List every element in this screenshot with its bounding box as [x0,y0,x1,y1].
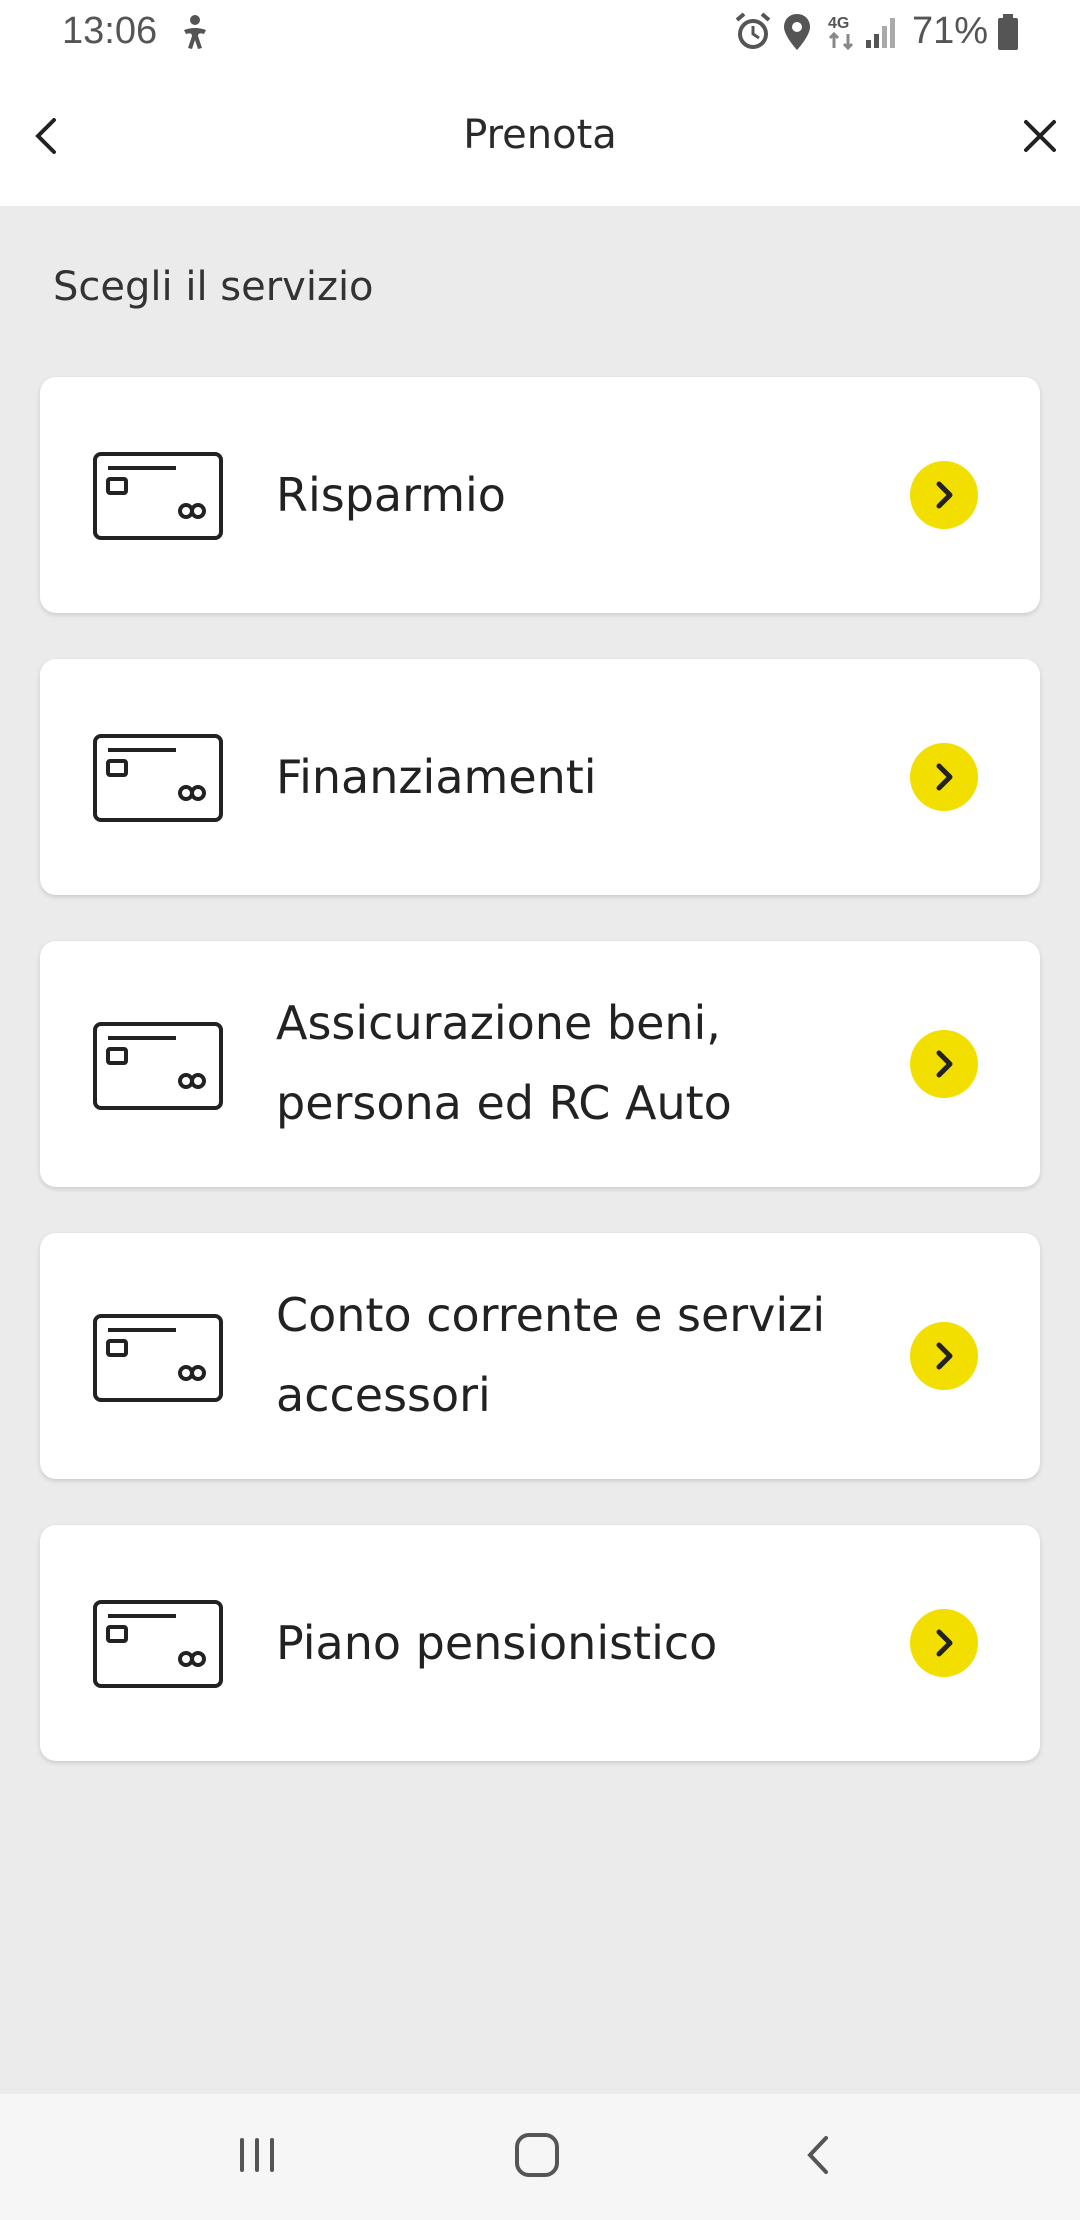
arrow-button[interactable] [910,743,978,811]
service-card-assicurazione[interactable]: Assicurazione beni, persona ed RC Auto [40,941,1040,1187]
chevron-right-icon [936,1050,953,1078]
close-icon [1024,120,1056,152]
card-icon [93,734,223,822]
chevron-right-icon [936,1629,953,1657]
service-label-line1: Risparmio [276,468,506,522]
battery-percentage: 71% [912,10,989,52]
section-title: Scegli il servizio [53,264,374,310]
service-label-line1: Finanziamenti [276,750,597,804]
service-label: Risparmio [276,455,896,535]
app-header: Prenota [0,66,1080,206]
card-icon [93,1022,223,1110]
service-label: Assicurazione beni, persona ed RC Auto [276,983,896,1143]
close-button[interactable] [1012,108,1068,164]
svg-text:4G: 4G [828,15,849,32]
service-label: Conto corrente e servizi accessori [276,1275,896,1435]
chevron-right-icon [936,763,953,791]
signal-icon [866,18,895,48]
service-card-risparmio[interactable]: Risparmio [40,377,1040,613]
system-back-button[interactable] [794,2130,844,2184]
service-label: Piano pensionistico [276,1603,896,1683]
service-card-conto-corrente[interactable]: Conto corrente e servizi accessori [40,1233,1040,1479]
status-bar: 13:06 4G 71% [0,0,1080,66]
service-label-line1: Conto corrente e servizi [276,1288,826,1342]
service-card-finanziamenti[interactable]: Finanziamenti [40,659,1040,895]
service-card-piano-pensionistico[interactable]: Piano pensionistico [40,1525,1040,1761]
chevron-right-icon [936,1342,953,1370]
page-title: Prenota [463,112,617,158]
service-label-line2: persona ed RC Auto [276,1076,732,1130]
chevron-right-icon [936,481,953,509]
arrow-button[interactable] [910,1030,978,1098]
accessibility-icon [184,15,206,49]
status-time: 13:06 [62,10,158,52]
alarm-icon [735,12,771,49]
arrow-button[interactable] [910,1322,978,1390]
arrow-button[interactable] [910,461,978,529]
card-icon [93,1314,223,1402]
card-icon [93,452,223,540]
recent-apps-icon [240,2138,274,2172]
back-icon [807,2136,828,2174]
service-label-line1: Piano pensionistico [276,1616,718,1670]
location-icon [784,14,810,50]
service-label-line1: Assicurazione beni, [276,996,721,1050]
card-icon [93,1600,223,1688]
4g-icon: 4G [828,15,854,51]
system-nav-bar [0,2094,1080,2220]
home-button[interactable] [512,2130,562,2184]
service-label-line2: accessori [276,1368,491,1422]
battery-icon [998,14,1018,50]
arrow-button[interactable] [910,1609,978,1677]
service-label: Finanziamenti [276,737,896,817]
home-icon [515,2133,559,2177]
recent-apps-button[interactable] [232,2130,282,2184]
